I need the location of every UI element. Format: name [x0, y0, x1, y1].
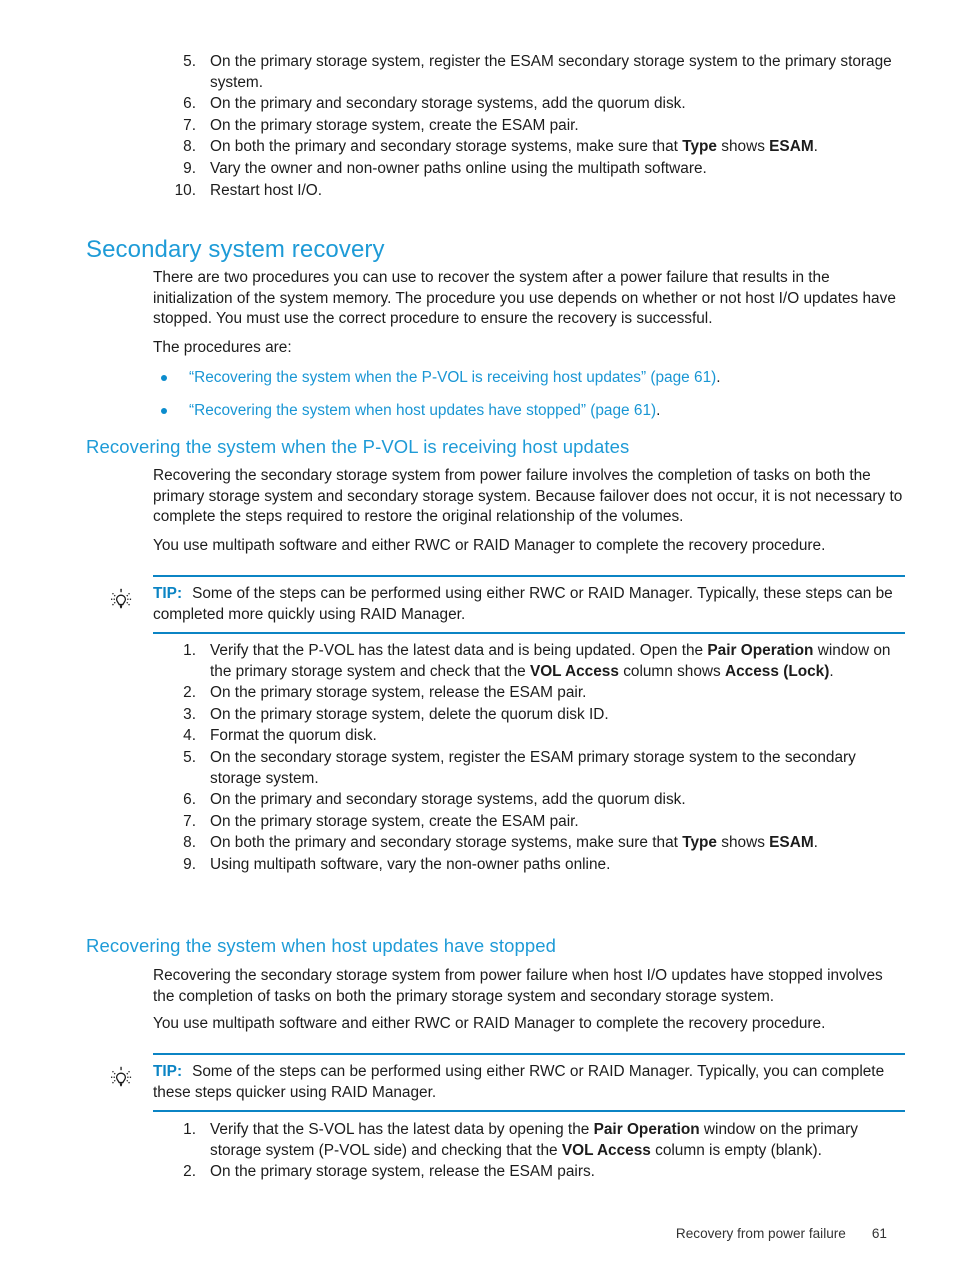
stopped-paragraph-2: You use multipath software and either RW… [153, 1015, 826, 1032]
list-item-number: 1. [183, 642, 196, 659]
list-item-number: 7. [183, 812, 196, 830]
list-item-number: 5. [183, 53, 196, 70]
list-item: 9. Vary the owner and non-owner paths onl… [158, 159, 898, 180]
procedures-lead-text: The procedures are: [153, 339, 292, 356]
list-item-text: On both the primary and secondary storag… [210, 834, 818, 852]
stopped-paragraph-1: Recovering the secondary storage system … [153, 967, 883, 1005]
bullet-icon [161, 407, 167, 414]
list-item: 2. On the primary storage system, release… [158, 683, 898, 704]
list-item-number: 2. [183, 1163, 196, 1181]
list-item-text: Vary the owner and non-owner paths onlin… [210, 159, 707, 177]
list-item-text: On the primary storage system, delete th… [210, 705, 609, 723]
intro-paragraph: There are two procedures you can use to … [153, 269, 896, 328]
list-item-number: 3. [183, 705, 196, 723]
list-item-number: 8. [183, 834, 196, 852]
list-item: 1. Verify that the S-VOL has the latest d… [158, 1120, 898, 1161]
lightbulb-icon [108, 588, 134, 614]
bullet-icon [161, 375, 167, 381]
pvol-paragraph-2: You use multipath software and either RW… [153, 537, 826, 554]
pvol-steps-list: 1. Verify that the P-VOL has the latest d… [158, 641, 898, 877]
tip-label: TIP: [153, 1063, 183, 1080]
cross-reference-link[interactable]: “Recovering the system when host updates… [189, 402, 656, 419]
list-item-number: 9. [183, 855, 196, 873]
subheading-recovering-pvol-receiving-updates: Recovering the system when the P-VOL is … [86, 436, 630, 457]
tip-rule-bottom [153, 632, 905, 635]
list-item-number: 9. [183, 159, 196, 177]
link-suffix: . [716, 369, 721, 386]
list-item: 5. On the primary storage system, registe… [158, 52, 898, 93]
tip-text-stopped: TIP: Some of the steps can be performed u… [153, 1062, 905, 1103]
list-item: 8. On both the primary and secondary stor… [158, 833, 898, 854]
list-item: 4. Format the quorum disk. [158, 726, 898, 747]
tip-rule-bottom [153, 1110, 905, 1113]
tip-label: TIP: [153, 585, 183, 602]
list-item-text: On the primary storage system, create th… [210, 812, 579, 830]
procedure-links-list: “Recovering the system when the P-VOL is… [153, 368, 905, 433]
list-item: 7. On the primary storage system, create … [158, 812, 898, 833]
page-title-secondary-system-recovery: Secondary system recovery [86, 236, 385, 263]
list-item-number: 6. [183, 791, 196, 809]
lightbulb-icon [108, 1066, 134, 1092]
subheading-recovering-host-updates-stopped: Recovering the system when host updates … [86, 935, 557, 956]
list-item: “Recovering the system when host updates… [153, 401, 905, 422]
list-item: 6. On the primary and secondary storage s… [158, 790, 898, 811]
list-item-text: On the primary storage system, release t… [210, 1163, 595, 1181]
page-number: 61 [871, 1226, 887, 1241]
pvol-paragraph-1: Recovering the secondary storage system … [153, 467, 903, 526]
tip-body: Some of the steps can be performed using… [153, 585, 893, 623]
list-item-text: Restart host I/O. [210, 181, 323, 199]
list-item-text: On the primary storage system, release t… [210, 684, 587, 702]
list-item-number: 7. [183, 116, 196, 134]
list-item: “Recovering the system when the P-VOL is… [153, 368, 905, 389]
list-item-number: 2. [183, 684, 196, 702]
stopped-steps-list: 1. Verify that the S-VOL has the latest d… [158, 1120, 898, 1184]
tip-box-pvol: TIP: Some of the steps can be performed u… [111, 575, 905, 635]
list-item-number: 4. [183, 727, 196, 745]
list-item: 9. Using multipath software, vary the non… [158, 855, 898, 876]
list-item-text: Format the quorum disk. [210, 727, 377, 745]
list-item-number: 6. [183, 95, 196, 113]
list-item-text: Verify that the S-VOL has the latest dat… [210, 1121, 858, 1159]
list-item: 3. On the primary storage system, delete … [158, 705, 898, 726]
list-item: 6. On the primary and secondary storage s… [158, 94, 898, 115]
list-item-number: 10. [174, 181, 196, 199]
list-item-text: On the primary and secondary storage sys… [210, 95, 686, 113]
tip-body: Some of the steps can be performed using… [153, 1063, 885, 1101]
tip-text-pvol: TIP: Some of the steps can be performed u… [153, 584, 905, 625]
list-item-text: On the primary storage system, register … [210, 53, 892, 91]
list-item-text: On the secondary storage system, registe… [210, 748, 856, 787]
list-item: 10. Restart host I/O. [158, 181, 898, 202]
list-item: 8. On both the primary and secondary stor… [158, 137, 898, 158]
document-page: 5. On the primary storage system, registe… [0, 0, 954, 1271]
list-item-text: Verify that the P-VOL has the latest dat… [210, 642, 891, 680]
link-suffix: . [656, 401, 661, 419]
list-item: 7. On the primary storage system, create … [158, 116, 898, 137]
list-item-text: On the primary storage system, create th… [210, 116, 579, 134]
list-item-text: On the primary and secondary storage sys… [210, 791, 686, 809]
list-item-text: On both the primary and secondary storag… [210, 138, 818, 156]
footer-label: Recovery from power failure [675, 1226, 846, 1241]
list-item: 2. On the primary storage system, release… [158, 1162, 898, 1183]
list-item-text: Using multipath software, vary the non-o… [210, 855, 611, 873]
list-item: 1. Verify that the P-VOL has the latest d… [158, 641, 898, 682]
list-item-number: 1. [183, 1121, 196, 1138]
list-item: 5. On the secondary storage system, regis… [158, 748, 898, 789]
cross-reference-link[interactable]: “Recovering the system when the P-VOL is… [189, 369, 716, 386]
list-item-number: 5. [183, 748, 196, 766]
tip-box-stopped: TIP: Some of the steps can be performed u… [111, 1053, 905, 1113]
page-footer: Recovery from power failure 61 [0, 1226, 954, 1241]
top-numbered-list: 5. On the primary storage system, registe… [158, 52, 898, 202]
list-item-number: 8. [183, 138, 196, 156]
